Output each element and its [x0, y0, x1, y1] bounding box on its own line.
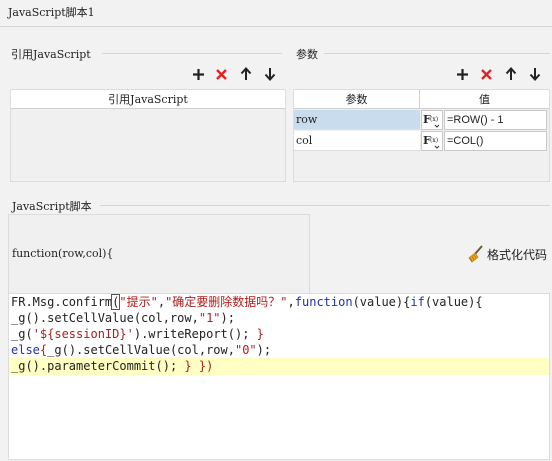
code-token: function: [294, 295, 353, 309]
code-token: _g().setCellValue(col,row,: [11, 311, 199, 325]
format-code-button[interactable]: 格式化代码: [466, 245, 547, 263]
code-line: _g().setCellValue(col,row,"1");: [11, 310, 235, 326]
param-value-text: =ROW() - 1: [447, 114, 504, 126]
ref-table-header-label: 引用JavaScript: [108, 93, 188, 106]
code-token: ,: [157, 295, 166, 309]
code-token: ,: [287, 295, 295, 309]
format-code-label: 格式化代码: [487, 247, 548, 262]
add-icon: [192, 68, 204, 80]
ref-move-down-button[interactable]: [262, 66, 278, 82]
param-move-up-button[interactable]: [503, 66, 519, 82]
move-up-icon: [505, 67, 517, 80]
param-col-header-value-label: 值: [479, 93, 490, 106]
param-section-label: 参数: [296, 48, 318, 61]
ref-section-label: 引用JavaScript: [11, 48, 91, 61]
code-token: (value){: [424, 295, 483, 309]
move-down-icon: [264, 68, 276, 81]
param-value-input[interactable]: =ROW() - 1: [444, 110, 547, 130]
formula-button[interactable]: F (x): [421, 110, 443, 130]
function-signature-box: function(row,col){: [8, 214, 310, 294]
code-token: );: [220, 311, 235, 325]
ref-move-up-button[interactable]: [238, 66, 254, 82]
code-token: "1": [198, 311, 221, 325]
code-token: "提示": [119, 295, 158, 309]
delete-icon: [215, 68, 227, 80]
svg-text:(x): (x): [430, 137, 438, 144]
ref-table[interactable]: 引用JavaScript: [10, 89, 286, 182]
delete-icon: [480, 68, 492, 80]
script-section-label: JavaScript脚本: [12, 200, 92, 213]
param-add-button[interactable]: [454, 66, 470, 82]
param-value-text: =COL(): [447, 135, 484, 147]
code-line: _g().parameterCommit(); } }): [11, 358, 213, 374]
formula-icon: F (x): [423, 113, 440, 128]
code-token: if: [410, 295, 425, 309]
formula-button[interactable]: F (x): [421, 131, 443, 151]
ref-section-rule: [102, 53, 282, 54]
code-token: _g().parameterCommit();: [11, 359, 185, 373]
move-up-icon: [240, 67, 252, 80]
code-editor[interactable]: FR.Msg.confirm("提示","确定要删除数据吗？",function…: [8, 293, 550, 460]
param-value-input[interactable]: =COL(): [444, 131, 547, 151]
script-section-rule: [100, 205, 550, 206]
code-token: }: [256, 327, 264, 341]
ref-delete-button[interactable]: [213, 66, 229, 82]
function-signature: function(row,col){: [12, 247, 114, 260]
code-token: );: [256, 343, 272, 357]
ref-table-header: 引用JavaScript: [11, 90, 285, 109]
code-token: (value){: [352, 295, 411, 309]
code-line: _g('${sessionID}').writeReport(); }: [11, 326, 264, 342]
code-token: '${sessionID}': [32, 327, 134, 341]
param-name-text: row: [296, 113, 318, 126]
code-line: else{_g().setCellValue(col,row,"0");: [11, 342, 271, 358]
code-token: "0": [234, 343, 257, 357]
param-move-down-button[interactable]: [527, 66, 543, 82]
move-down-icon: [529, 68, 541, 81]
broom-icon: [468, 245, 483, 263]
title-divider: [0, 26, 552, 27]
code-token: "确定要删除数据吗？": [165, 295, 288, 309]
param-name-text: col: [296, 134, 313, 147]
param-row-name[interactable]: col: [294, 131, 420, 151]
svg-text:(x): (x): [430, 116, 438, 123]
add-icon: [456, 68, 468, 80]
ref-add-button[interactable]: [190, 66, 206, 82]
param-table[interactable]: 参数 值 row F (x) =ROW() - 1 col F (x) =COL…: [293, 89, 550, 182]
param-row-name[interactable]: row: [294, 110, 420, 130]
code-token: else: [11, 343, 40, 357]
code-line: FR.Msg.confirm("提示","确定要删除数据吗？",function…: [11, 294, 483, 310]
window-title: JavaScript脚本1: [8, 6, 95, 19]
param-delete-button[interactable]: [478, 66, 494, 82]
code-token: } }): [184, 359, 214, 373]
code-token: FR.Msg.confirm: [11, 295, 113, 309]
code-token: _g(: [11, 327, 33, 341]
param-col-header-name: 参数: [294, 90, 420, 109]
code-token: ).writeReport();: [133, 327, 257, 341]
param-col-header-value: 值: [420, 90, 549, 109]
param-col-header-name-label: 参数: [345, 93, 368, 106]
param-section-rule: [324, 53, 550, 54]
formula-icon: F (x): [423, 134, 440, 149]
code-token: _g().setCellValue(col,row,: [47, 343, 235, 357]
